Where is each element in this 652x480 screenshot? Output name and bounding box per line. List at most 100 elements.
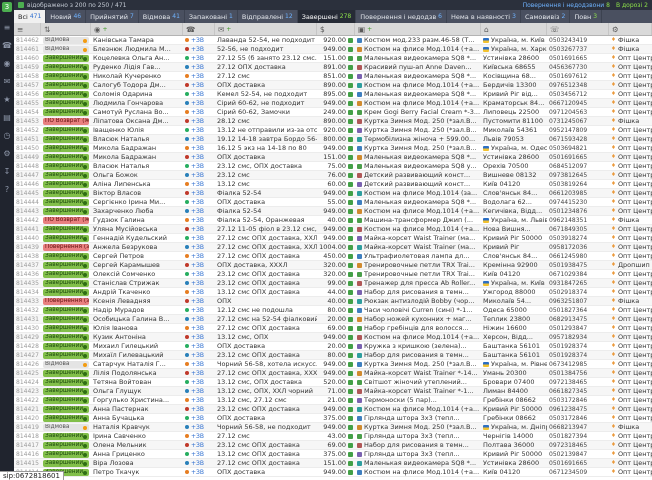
table-row[interactable]: 814433Повернення (з.Ксенія Левадняя+ЗВОП…: [14, 297, 652, 306]
call-button[interactable]: +ЗВ: [183, 360, 215, 368]
star-icon[interactable]: ★: [3, 95, 10, 104]
call-button[interactable]: +ЗВ: [183, 468, 215, 476]
mail-icon[interactable]: ✉: [4, 77, 11, 86]
tab-відправлені[interactable]: Відправлені12: [238, 10, 298, 23]
table-row[interactable]: 814425ЗавершенийЛілія Подолянська+ЗВ27.1…: [14, 369, 652, 378]
phone-column-header[interactable]: ☏: [547, 23, 609, 35]
call-button[interactable]: +ЗВ: [183, 324, 215, 332]
tab-прийнятий[interactable]: Прийнятий7: [86, 10, 139, 23]
call-button[interactable]: +ЗВ: [183, 441, 215, 449]
city-column-header[interactable]: ⌂: [481, 23, 547, 35]
download-icon[interactable]: ↧: [4, 167, 11, 176]
table-row[interactable]: 814416ЗавершенийАнна Гриценко+ЗВ13.12 см…: [14, 450, 652, 459]
call-button[interactable]: +ЗВ: [183, 315, 215, 323]
call-button[interactable]: +ЗВ: [183, 144, 215, 152]
table-row[interactable]: 814447ЗавершенийОльга Божок+ЗВ23.12 смс7…: [14, 171, 652, 180]
status-column-header[interactable]: ⇅: [41, 23, 91, 35]
call-button[interactable]: +ЗВ: [183, 153, 215, 161]
table-row[interactable]: 814418ЗавершенийІрина Савченко+ЗВ27.12 с…: [14, 432, 652, 441]
table-row[interactable]: 814459ЗавершенийРуденко Лідія Гав...+ЗВ2…: [14, 63, 652, 72]
chart-icon[interactable]: ▤: [3, 113, 11, 122]
table-row[interactable]: 814438ЗавершенийСергей Петров+ЗВ27.12 см…: [14, 252, 652, 261]
table-row[interactable]: 814432ЗавершенийНадір Мурадов+ЗВ12.12 см…: [14, 306, 652, 315]
table-row[interactable]: 814448ЗавершенийВласюк Наталья+ЗВ23.12 с…: [14, 162, 652, 171]
gear-icon[interactable]: ⚙: [3, 149, 10, 158]
tab-нема-в-наявності[interactable]: Нема в наявності3: [447, 10, 521, 23]
table-row[interactable]: 814457ЗавершенийСалогуб Тодора Дм...+ЗВО…: [14, 81, 652, 90]
call-button[interactable]: +ЗВ: [183, 414, 215, 422]
table-row[interactable]: 814445ЗавершенийВіктор Власов+ЗВФіалка 5…: [14, 189, 652, 198]
call-button[interactable]: +ЗВ: [183, 270, 215, 278]
call-button[interactable]: +ЗВ: [183, 180, 215, 188]
call-button[interactable]: +ЗВ: [183, 45, 215, 53]
call-button[interactable]: +ЗВ: [183, 207, 215, 215]
table-row[interactable]: 814430ЗавершенийЮлія Іванова+ЗВ27.12 смс…: [14, 324, 652, 333]
table-row[interactable]: 814443ЗавершенийЗахарченко Люба+ЗВФіалка…: [14, 207, 652, 216]
tab-самовивіз[interactable]: Самовивіз2: [521, 10, 570, 23]
status-chip[interactable]: Повернення і недодзвони8: [523, 2, 610, 9]
table-row[interactable]: 814414ЗавершенийПетро Ткачук+ЗВОПХ доста…: [14, 468, 652, 477]
table-row[interactable]: 814431ЗавершенийОсобицька Галина В...+ЗВ…: [14, 315, 652, 324]
table-row[interactable]: 814422ЗавершенийГоргулько Христина...+ЗВ…: [14, 396, 652, 405]
call-button[interactable]: +ЗВ: [183, 288, 215, 296]
table-row[interactable]: 814415ЗавершенийВіра Лозова+ЗВ27.12 смс …: [14, 459, 652, 468]
table-row[interactable]: 814460ЗавершенийКоцелевка Ольга Ан...+ЗВ…: [14, 54, 652, 63]
call-button[interactable]: +ЗВ: [183, 36, 215, 44]
call-button[interactable]: +ЗВ: [183, 459, 215, 467]
tab-повн[interactable]: Повн3: [570, 10, 602, 23]
table-row[interactable]: 814429ЗавершенийКузик Антоніна+ЗВ13.12 с…: [14, 333, 652, 342]
call-button[interactable]: +ЗВ: [183, 162, 215, 170]
table-row[interactable]: 814423ЗавершенийОльга Глущук+ЗВ13.12 смс…: [14, 387, 652, 396]
table-row[interactable]: 814421ЗавершенийАнна Пастернак+ЗВ23.12 с…: [14, 405, 652, 414]
call-button[interactable]: +ЗВ: [183, 351, 215, 359]
phone-icon[interactable]: ☎: [2, 41, 12, 50]
call-button[interactable]: +ЗВ: [183, 252, 215, 260]
table-row[interactable]: 814419ВідмоваНаталія Кравчук+ЗВЧорний 56…: [14, 423, 652, 432]
app-logo-badge[interactable]: 3: [2, 2, 12, 12]
table-row[interactable]: 814441ЗавершенийУляна Мусійовська+ЗВ27.1…: [14, 225, 652, 234]
table-row[interactable]: 814456ЗавершенийСоломія Одарина+ЗВКемел …: [14, 90, 652, 99]
call-button[interactable]: +ЗВ: [183, 306, 215, 314]
table-row[interactable]: 814461ВідмоваБлезнюк Людмила М...+ЗВ52-5…: [14, 45, 652, 54]
call-button[interactable]: +ЗВ: [183, 72, 215, 80]
clock-icon[interactable]: ◷: [4, 131, 11, 140]
help-icon[interactable]: ?: [5, 185, 9, 194]
call-button[interactable]: +ЗВ: [183, 387, 215, 395]
call-column-header[interactable]: ☎: [183, 23, 215, 35]
call-button[interactable]: +ЗВ: [183, 135, 215, 143]
table-row[interactable]: 814453ПО Возврат (ж.Ліпатова Оксана Дм..…: [14, 117, 652, 126]
call-button[interactable]: +ЗВ: [183, 243, 215, 251]
table-row[interactable]: 814426ВідмоваСатарчук Наталія Г...+ЗВЧор…: [14, 360, 652, 369]
table-row[interactable]: 814420ЗавершенийАнна Бучацька+ЗВОПХ дост…: [14, 414, 652, 423]
price-column-header[interactable]: $: [317, 23, 355, 35]
table-row[interactable]: 814444ЗавершенийСергієнко Ірина Ми...+ЗВ…: [14, 198, 652, 207]
call-button[interactable]: +ЗВ: [183, 234, 215, 242]
tab-повернення-і-недодзв[interactable]: Повернення і недодзв6: [356, 10, 447, 23]
call-button[interactable]: +ЗВ: [183, 117, 215, 125]
call-button[interactable]: +ЗВ: [183, 261, 215, 269]
table-row[interactable]: 814417ЗавершенийОлена Мельник+ЗВ23.12 см…: [14, 441, 652, 450]
call-button[interactable]: +ЗВ: [183, 90, 215, 98]
tab-завершені[interactable]: Завершені278: [298, 10, 357, 23]
source-column-header[interactable]: ⚙: [609, 23, 652, 35]
table-row[interactable]: 814437ЗавершенийСергей Карамышев+ЗВОПХ д…: [14, 261, 652, 270]
table-row[interactable]: 814427ЗавершенийМихаїл Гилевацький+ЗВ23.…: [14, 351, 652, 360]
call-button[interactable]: +ЗВ: [183, 450, 215, 458]
table-row[interactable]: 814458ЗавершенийНиколай Кучеренко+ЗВ27.1…: [14, 72, 652, 81]
call-button[interactable]: +ЗВ: [183, 342, 215, 350]
table-row[interactable]: 814436ЗавершенийОлексій Сомченко+ЗВ23.12…: [14, 270, 652, 279]
call-button[interactable]: +ЗВ: [183, 54, 215, 62]
call-button[interactable]: +ЗВ: [183, 108, 215, 116]
tab-відмова[interactable]: Відмова41: [139, 10, 185, 23]
call-button[interactable]: +ЗВ: [183, 99, 215, 107]
status-chip[interactable]: В дорозі2: [616, 2, 648, 9]
call-button[interactable]: +ЗВ: [183, 63, 215, 71]
id-column-header[interactable]: ≡: [14, 23, 41, 35]
table-row[interactable]: 814450ЗавершенийМикола Бадражан+ЗВ16.12 …: [14, 144, 652, 153]
tab-запаковані[interactable]: Запаковані1: [185, 10, 238, 23]
table-row[interactable]: 814424ЗавершенийТетяна Войтован+ЗВ13.12 …: [14, 378, 652, 387]
call-button[interactable]: +ЗВ: [183, 432, 215, 440]
comment-column-header[interactable]: ✉+: [215, 23, 317, 35]
menu-icon[interactable]: ≡: [4, 23, 11, 32]
call-button[interactable]: +ЗВ: [183, 279, 215, 287]
